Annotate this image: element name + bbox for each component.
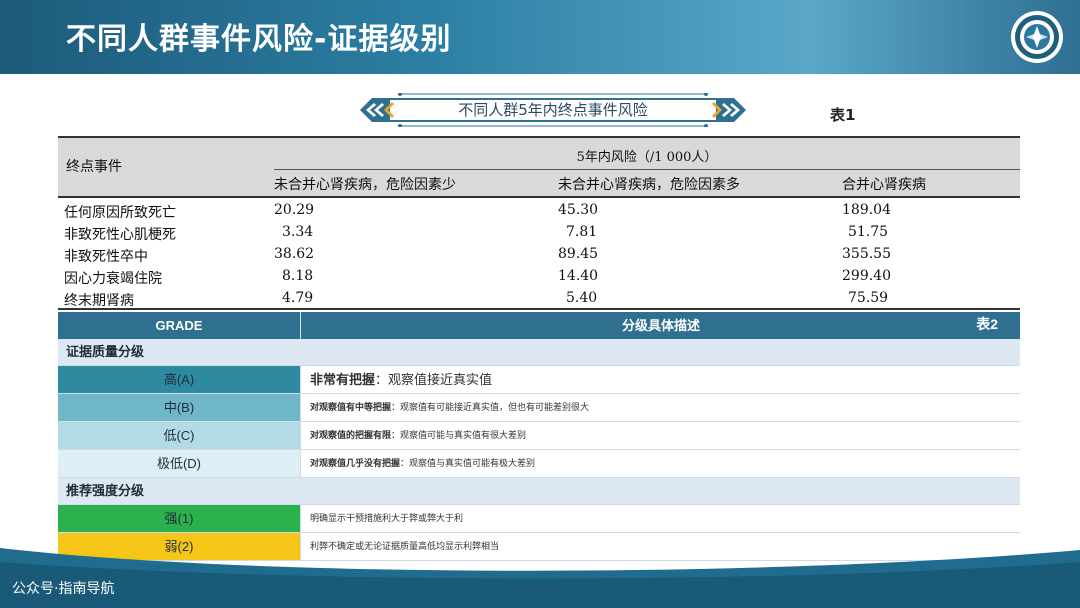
recommend-section-header: 推荐强度分级 [58, 478, 1020, 505]
endpoint-header: 终点事件 [66, 159, 122, 175]
table-row: 低(C) 对观察值的把握有限：观察值可能与真实值有很大差别 [58, 422, 1020, 450]
description-text: ：观察值可能与真实值有很大差别 [391, 430, 527, 440]
cell-value: 38.62 [274, 246, 315, 262]
col-header-1: 未合并心肾疾病，危险因素少 [274, 177, 456, 193]
description-text: ：观察值接近真实值 [375, 372, 493, 387]
grade-description: 非常有把握：观察值接近真实值 [310, 366, 1020, 393]
page-title: 不同人群事件风险-证据级别 [66, 22, 452, 57]
table-row: 非致死性卒中 38.62 89.45 355.55 [58, 246, 1020, 268]
grade-cell: 强(1) [58, 505, 301, 532]
col-header-2: 未合并心肾疾病，危险因素多 [558, 177, 740, 193]
description-text: ：观察值与真实值可能有极大差别 [400, 458, 536, 468]
table-row: 强(1) 明确显示干预措施利大于弊或弊大于利 [58, 505, 1020, 533]
row-label: 非致死性卒中 [64, 249, 148, 265]
description-emphasis: 对观察值几乎没有把握 [310, 458, 401, 468]
table-row: 因心力衰竭住院 8.18 14.40 299.40 [58, 268, 1020, 290]
table1-banner-title: 不同人群5年内终点事件风险 [458, 101, 648, 119]
risk-table: 终点事件 5年内风险（/1 000人） 未合并心肾疾病，危险因素少 未合并心肾疾… [58, 136, 1020, 310]
grade-table: GRADE 分级具体描述 表2 证据质量分级 高(A) 非常有把握：观察值接近真… [58, 312, 1020, 561]
grade-cell: 极低(D) [58, 450, 301, 477]
footer-wave [0, 548, 1080, 608]
table1-banner: 不同人群5年内终点事件风险 [350, 93, 756, 127]
grade-description: 对观察值几乎没有把握：观察值与真实值可能有极大差别 [310, 450, 1020, 477]
table-row: 中(B) 对观察值有中等把握：观察值有可能接近真实值，但也有可能差别很大 [58, 394, 1020, 422]
grade-header: GRADE [58, 312, 301, 339]
table-row: 终末期肾病 4.79 5.40 75.59 [58, 290, 1020, 312]
table-row: 非致死性心肌梗死 3.34 7.81 51.75 [58, 224, 1020, 246]
risk-table-body: 任何原因所致死亡 20.29 45.30 189.04 非致死性心肌梗死 3.3… [58, 198, 1020, 310]
row-label: 任何原因所致死亡 [64, 205, 176, 221]
cell-value: 3.34 [282, 224, 314, 240]
cell-value: 51.75 [848, 224, 889, 240]
grade-description: 对观察值的把握有限：观察值可能与真实值有很大差别 [310, 422, 1020, 449]
description-emphasis: 非常有把握 [310, 372, 376, 387]
cell-value: 189.04 [842, 202, 891, 218]
grade-cell: 高(A) [58, 366, 301, 393]
cell-value: 14.40 [558, 268, 599, 284]
cell-value: 89.45 [558, 246, 599, 262]
cell-value: 299.40 [842, 268, 891, 284]
table1-label: 表1 [830, 106, 856, 124]
table-row: 任何原因所致死亡 20.29 45.30 189.04 [58, 202, 1020, 224]
grade-cell: 低(C) [58, 422, 301, 449]
table2-label: 表2 [976, 316, 998, 332]
quality-section-header: 证据质量分级 [58, 339, 1020, 366]
emblem-icon [1011, 11, 1063, 63]
cell-value: 5.40 [566, 290, 598, 306]
table-row: 高(A) 非常有把握：观察值接近真实值 [58, 366, 1020, 394]
grade-description: 明确显示干预措施利大于弊或弊大于利 [310, 513, 464, 523]
row-label: 非致死性心肌梗死 [64, 227, 176, 243]
description-emphasis: 对观察值的把握有限 [310, 430, 392, 440]
footer-credit: 公众号·指南导航 [12, 581, 115, 597]
cell-value: 20.29 [274, 202, 315, 218]
cell-value: 8.18 [282, 268, 314, 284]
cell-value: 7.81 [566, 224, 598, 240]
col-header-3: 合并心肾疾病 [842, 177, 926, 193]
cell-value: 45.30 [558, 202, 599, 218]
cell-value: 355.55 [842, 246, 891, 262]
row-label: 终末期肾病 [64, 293, 134, 309]
cell-value: 75.59 [848, 290, 889, 306]
risk-table-header: 终点事件 5年内风险（/1 000人） 未合并心肾疾病，危险因素少 未合并心肾疾… [58, 138, 1020, 198]
header-banner: 不同人群事件风险-证据级别 [0, 0, 1080, 74]
grade-description: 对观察值有中等把握：观察值有可能接近真实值，但也有可能差别很大 [310, 394, 1020, 421]
risk-span-header: 5年内风险（/1 000人） [274, 146, 1020, 170]
row-label: 因心力衰竭住院 [64, 271, 162, 287]
description-text: ：观察值有可能接近真实值，但也有可能差别很大 [391, 402, 590, 412]
description-emphasis: 对观察值有中等把握 [310, 402, 392, 412]
grade-cell: 中(B) [58, 394, 301, 421]
description-header: 分级具体描述 [621, 318, 700, 333]
grade-table-header: GRADE 分级具体描述 表2 [58, 312, 1020, 339]
table-row: 极低(D) 对观察值几乎没有把握：观察值与真实值可能有极大差别 [58, 450, 1020, 478]
cell-value: 4.79 [282, 290, 314, 306]
